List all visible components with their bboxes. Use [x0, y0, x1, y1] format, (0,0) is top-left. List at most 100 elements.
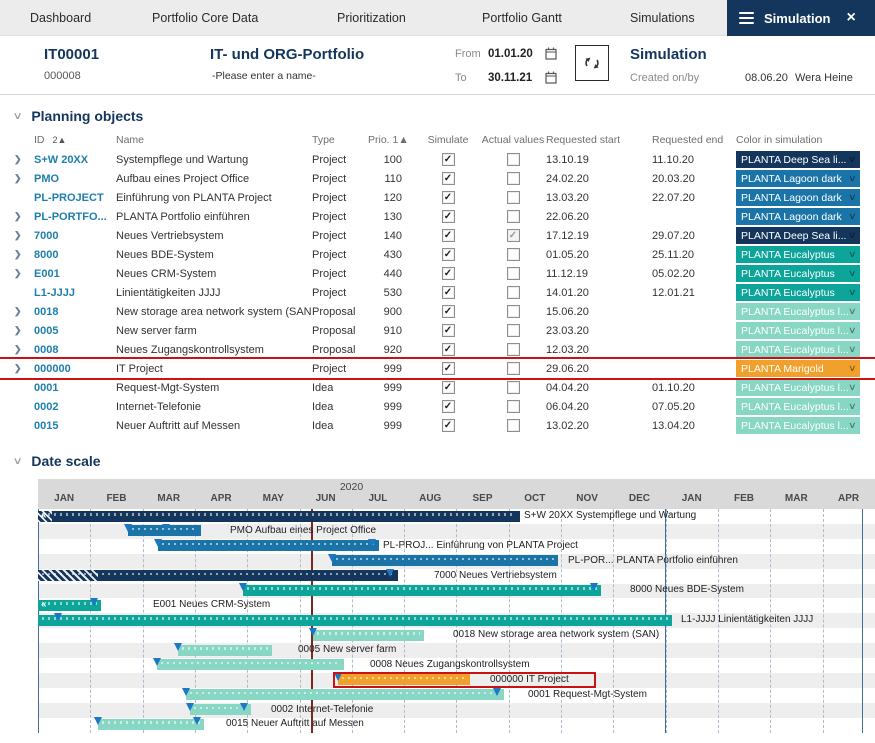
- nav-item-simulations[interactable]: Simulations: [630, 0, 695, 36]
- expand-chevron-icon[interactable]: [14, 230, 34, 241]
- col-name[interactable]: Name: [116, 134, 312, 146]
- simulate-checkbox[interactable]: [442, 172, 455, 185]
- color-in-simulation-dropdown[interactable]: PLANTA Eucalyptus∨: [736, 265, 860, 282]
- calendar-icon[interactable]: [545, 71, 557, 84]
- simulate-checkbox[interactable]: [442, 324, 455, 337]
- calendar-icon[interactable]: [545, 47, 557, 60]
- actual-values-checkbox[interactable]: [507, 324, 520, 337]
- row-id-link[interactable]: 0001: [34, 382, 116, 394]
- simulate-checkbox[interactable]: [442, 248, 455, 261]
- actual-values-checkbox[interactable]: [507, 248, 520, 261]
- portfolio-subtitle[interactable]: -Please enter a name-: [212, 70, 316, 82]
- row-id-link[interactable]: 0018: [34, 306, 116, 318]
- row-id-link[interactable]: 000000: [34, 363, 116, 375]
- gantt-bar-0008[interactable]: [157, 659, 344, 670]
- color-in-simulation-dropdown[interactable]: PLANTA Deep Sea li...∨: [736, 227, 860, 244]
- gantt-bar-0018[interactable]: [313, 630, 424, 641]
- col-simulate[interactable]: Simulate: [416, 134, 480, 146]
- actual-values-checkbox[interactable]: [507, 172, 520, 185]
- expand-chevron-icon[interactable]: [14, 249, 34, 260]
- gantt-bar-pl-proj...[interactable]: [158, 540, 379, 551]
- color-in-simulation-dropdown[interactable]: PLANTA Marigold∨: [736, 360, 860, 377]
- nav-item-portfolio-core-data[interactable]: Portfolio Core Data: [152, 0, 258, 36]
- color-in-simulation-dropdown[interactable]: PLANTA Deep Sea li...∨: [736, 151, 860, 168]
- row-id-link[interactable]: 0002: [34, 401, 116, 413]
- col-id[interactable]: ID2▲: [34, 134, 116, 146]
- row-id-link[interactable]: PL-PROJECT: [34, 192, 116, 204]
- expand-chevron-icon[interactable]: [14, 154, 34, 165]
- row-id-link[interactable]: PL-PORTFO...: [34, 211, 116, 223]
- actual-values-checkbox[interactable]: [507, 210, 520, 223]
- simulate-checkbox[interactable]: [442, 153, 455, 166]
- actual-values-checkbox[interactable]: [507, 305, 520, 318]
- gantt-bar-0001[interactable]: [186, 689, 504, 700]
- nav-item-portfolio-gantt[interactable]: Portfolio Gantt: [482, 0, 562, 36]
- actual-values-checkbox[interactable]: [507, 419, 520, 432]
- color-in-simulation-dropdown[interactable]: PLANTA Eucalyptus l...∨: [736, 322, 860, 339]
- simulate-checkbox[interactable]: [442, 210, 455, 223]
- gantt-bar-0015[interactable]: [98, 719, 204, 730]
- tab-simulation[interactable]: Simulation ×: [727, 0, 875, 36]
- simulate-checkbox[interactable]: [442, 267, 455, 280]
- expand-chevron-icon[interactable]: [14, 173, 34, 184]
- row-id-link[interactable]: 7000: [34, 230, 116, 242]
- actual-values-checkbox[interactable]: [507, 343, 520, 356]
- row-id-link[interactable]: PMO: [34, 173, 116, 185]
- actual-values-checkbox[interactable]: [507, 286, 520, 299]
- simulate-checkbox[interactable]: [442, 419, 455, 432]
- actual-values-checkbox[interactable]: [507, 400, 520, 413]
- nav-item-prioritization[interactable]: Prioritization: [337, 0, 406, 36]
- gantt-bar-l1-jjjj[interactable]: [38, 615, 672, 626]
- col-color-in-simulation[interactable]: Color in simulation: [736, 134, 862, 146]
- expand-chevron-icon[interactable]: [14, 306, 34, 317]
- simulate-checkbox[interactable]: [442, 362, 455, 375]
- row-id-link[interactable]: 0008: [34, 344, 116, 356]
- color-in-simulation-dropdown[interactable]: PLANTA Lagoon dark∨: [736, 189, 860, 206]
- row-id-link[interactable]: 8000: [34, 249, 116, 261]
- simulate-checkbox[interactable]: [442, 400, 455, 413]
- color-in-simulation-dropdown[interactable]: PLANTA Lagoon dark∨: [736, 208, 860, 225]
- col-requested-start[interactable]: Requested start: [546, 134, 652, 146]
- simulate-checkbox[interactable]: [442, 191, 455, 204]
- expand-chevron-icon[interactable]: [14, 325, 34, 336]
- gantt-bar-pl-por...[interactable]: [332, 555, 558, 566]
- gantt-bar-0005[interactable]: [178, 645, 272, 656]
- from-date-field[interactable]: 01.01.20: [488, 48, 533, 60]
- gantt-bar-8000[interactable]: [243, 585, 601, 596]
- gantt-bar-s+w[interactable]: «: [38, 511, 520, 522]
- refresh-button[interactable]: [575, 45, 609, 81]
- planning-objects-section-header[interactable]: ∨ Planning objects: [0, 95, 875, 128]
- col-actual-values[interactable]: Actual values: [480, 134, 546, 146]
- expand-chevron-icon[interactable]: [14, 363, 34, 374]
- actual-values-checkbox[interactable]: [507, 362, 520, 375]
- color-in-simulation-dropdown[interactable]: PLANTA Eucalyptus l...∨: [736, 417, 860, 434]
- color-in-simulation-dropdown[interactable]: PLANTA Eucalyptus∨: [736, 284, 860, 301]
- simulate-checkbox[interactable]: [442, 381, 455, 394]
- expand-chevron-icon[interactable]: [14, 268, 34, 279]
- simulate-checkbox[interactable]: [442, 343, 455, 356]
- col-requested-end[interactable]: Requested end: [652, 134, 736, 146]
- simulate-checkbox[interactable]: [442, 305, 455, 318]
- actual-values-checkbox[interactable]: [507, 267, 520, 280]
- color-in-simulation-dropdown[interactable]: PLANTA Eucalyptus∨: [736, 246, 860, 263]
- row-id-link[interactable]: L1-JJJJ: [34, 287, 116, 299]
- row-id-link[interactable]: 0015: [34, 420, 116, 432]
- gantt-bar-7000[interactable]: [38, 570, 398, 581]
- color-in-simulation-dropdown[interactable]: PLANTA Lagoon dark∨: [736, 170, 860, 187]
- actual-values-checkbox[interactable]: [507, 153, 520, 166]
- color-in-simulation-dropdown[interactable]: PLANTA Eucalyptus l...∨: [736, 303, 860, 320]
- row-id-link[interactable]: S+W 20XX: [34, 154, 116, 166]
- close-icon[interactable]: ×: [846, 10, 855, 26]
- row-id-link[interactable]: E001: [34, 268, 116, 280]
- col-prio[interactable]: Prio. 1▲: [368, 134, 416, 146]
- to-date-field[interactable]: 30.11.21: [488, 72, 532, 84]
- row-id-link[interactable]: 0005: [34, 325, 116, 337]
- col-type[interactable]: Type: [312, 134, 368, 146]
- menu-icon[interactable]: [739, 12, 754, 25]
- date-scale-section-header[interactable]: ∨ Date scale: [0, 435, 875, 473]
- color-in-simulation-dropdown[interactable]: PLANTA Eucalyptus l...∨: [736, 341, 860, 358]
- simulate-checkbox[interactable]: [442, 286, 455, 299]
- nav-item-dashboard[interactable]: Dashboard: [30, 0, 91, 36]
- expand-chevron-icon[interactable]: [14, 344, 34, 355]
- actual-values-checkbox[interactable]: [507, 191, 520, 204]
